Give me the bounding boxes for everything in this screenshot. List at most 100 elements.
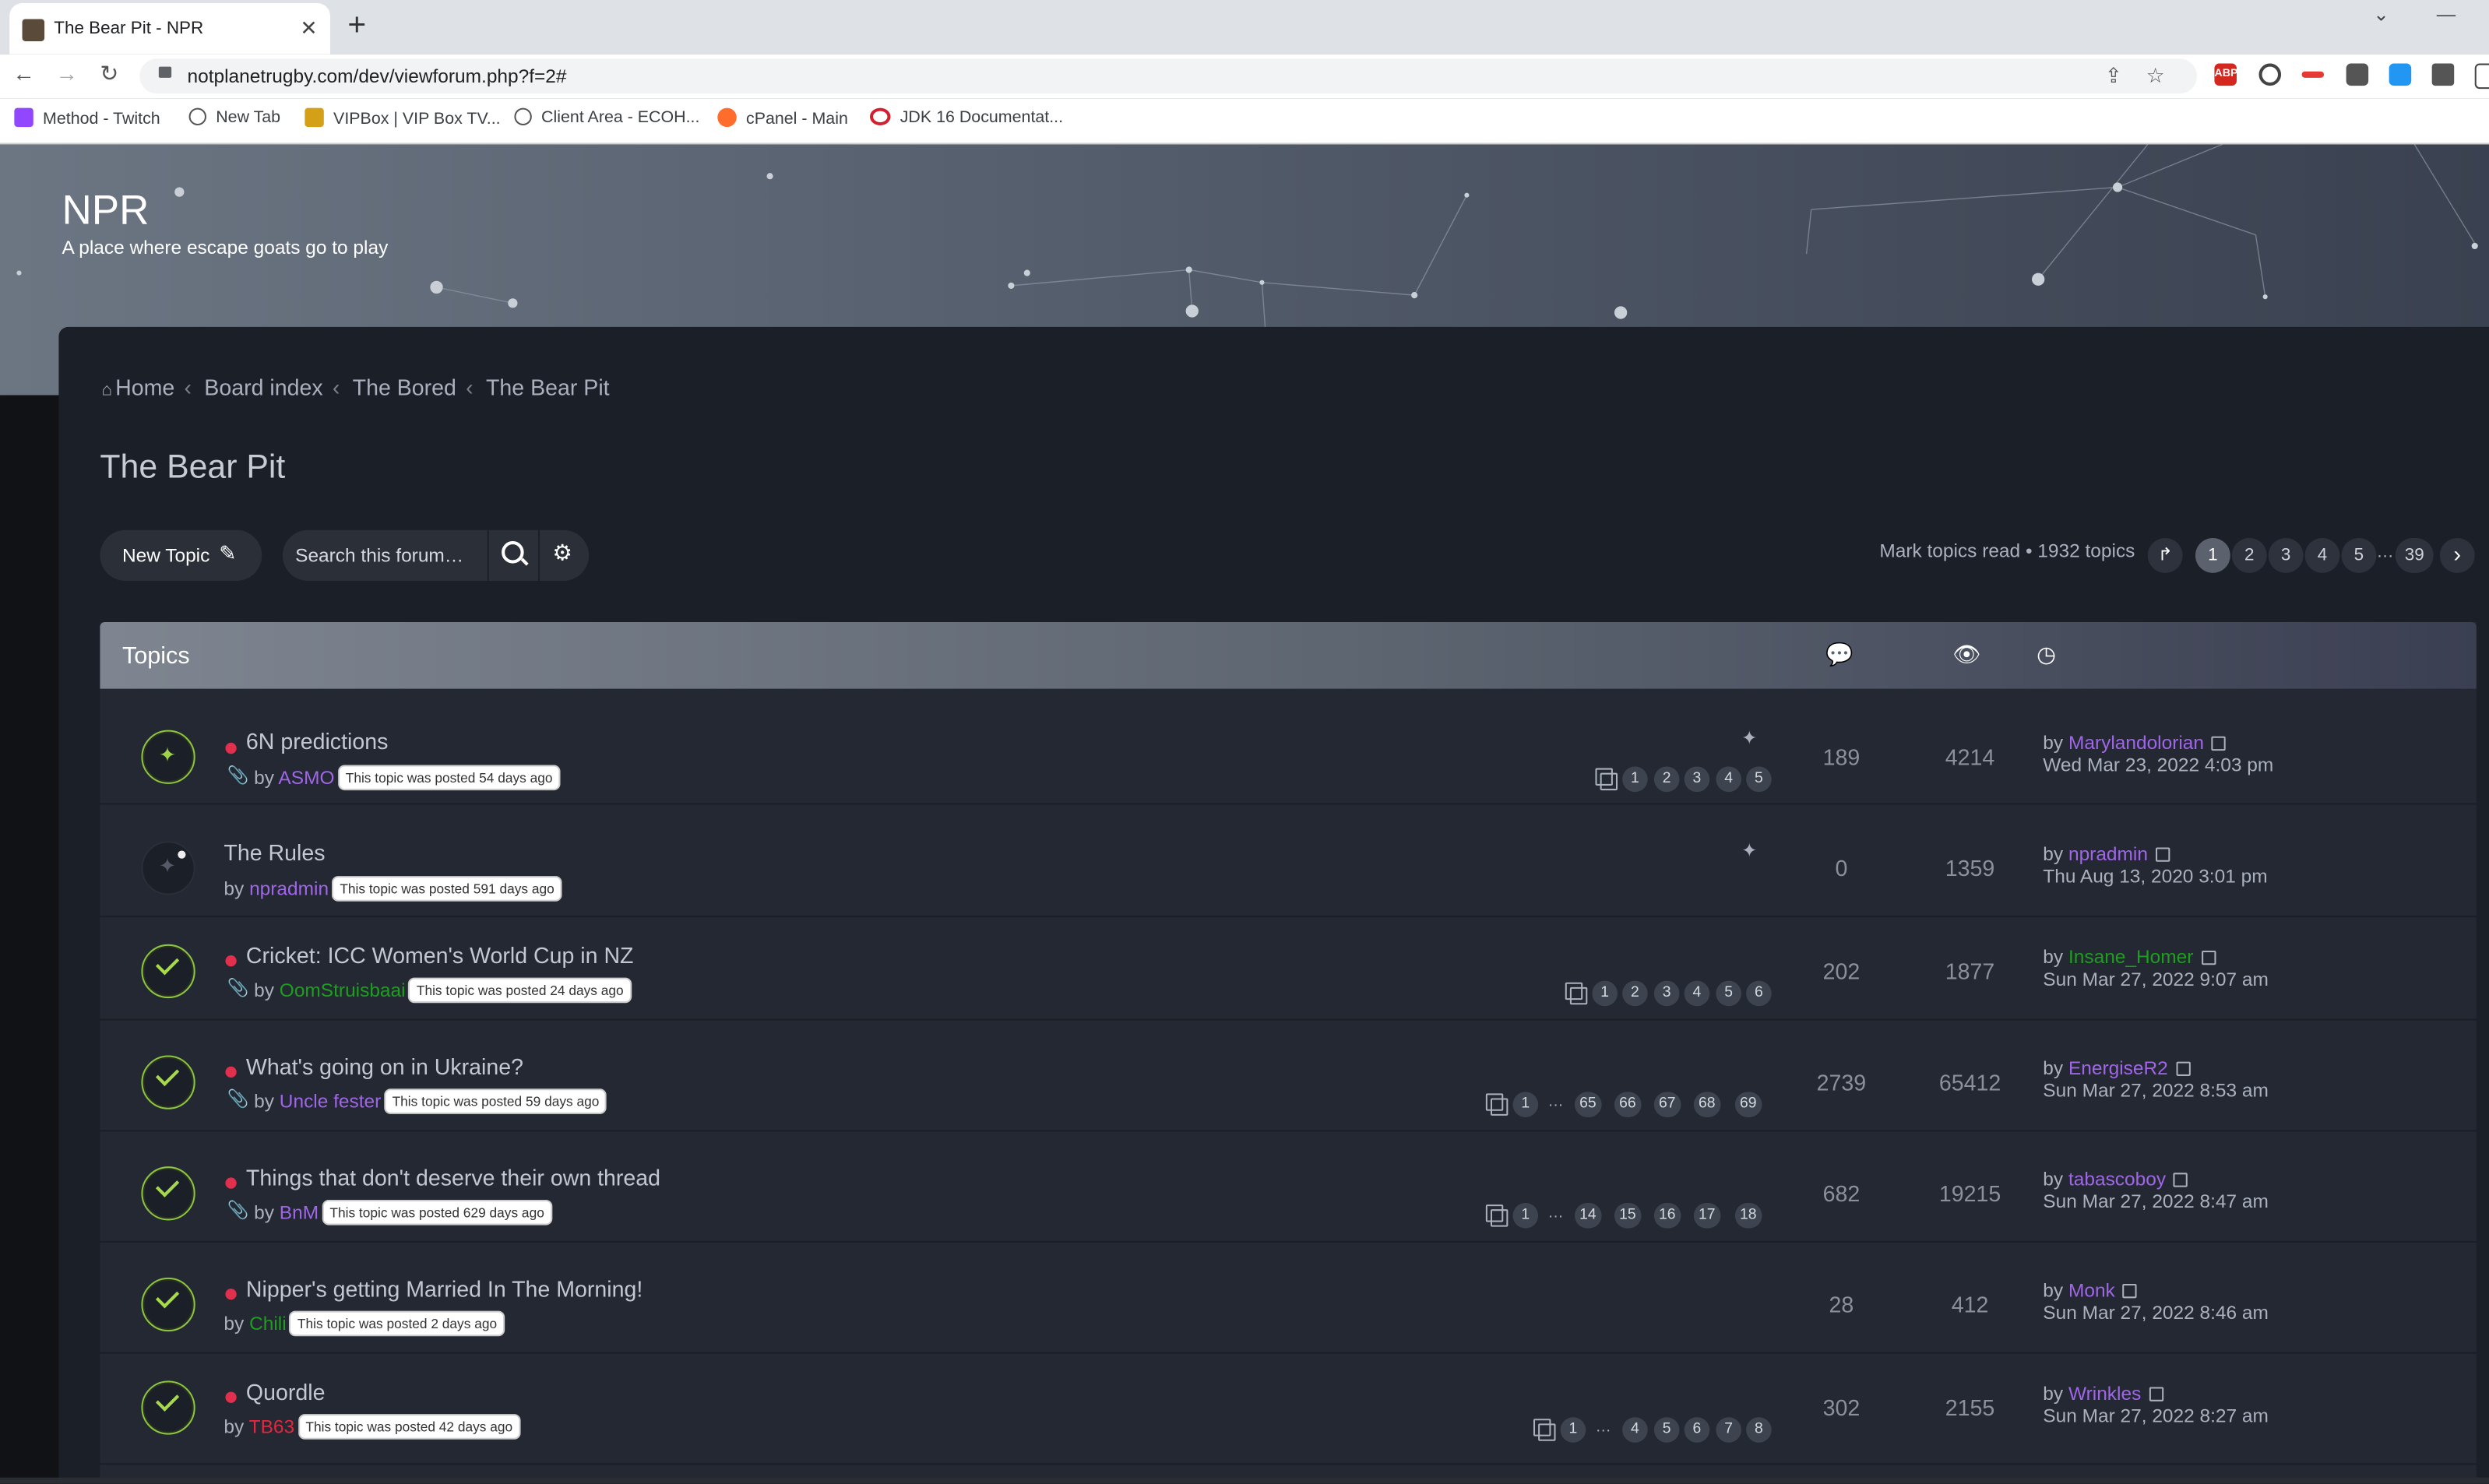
last-post-author[interactable]: EnergiseR2	[2068, 1057, 2168, 1080]
table-row[interactable]: Things that don't deserve their own thre…	[100, 1130, 2477, 1243]
breadcrumb-the-bored[interactable]: The Bored	[353, 375, 456, 400]
topic-page-link[interactable]: 1	[1512, 1203, 1539, 1229]
new-tab-icon[interactable]: +	[347, 8, 366, 44]
topic-author[interactable]: npradmin	[249, 877, 329, 900]
share-icon[interactable]: ⇪	[2105, 64, 2122, 90]
topic-page-link[interactable]: 1	[1622, 766, 1648, 793]
bookmark-client-area[interactable]: Client Area - ECOH...	[514, 107, 699, 127]
topic-page-link[interactable]: 66	[1614, 1092, 1641, 1117]
page-title[interactable]: The Bear Pit	[100, 449, 285, 487]
last-post-author[interactable]: Insane_Homer	[2068, 946, 2193, 969]
last-post-author[interactable]: Marylandolorian	[2068, 732, 2204, 754]
chevron-right-icon[interactable]: ›	[2439, 537, 2475, 573]
bookmark-star-icon[interactable]: ☆	[2146, 64, 2165, 90]
table-row[interactable]: Quordle by TB63 This topic was posted 42 …	[100, 1352, 2477, 1465]
topic-author[interactable]: Chili	[249, 1313, 287, 1335]
jump-to-page-icon[interactable]: ↱	[2147, 537, 2183, 573]
table-row[interactable]: What's going on in Ukraine? 📎 by Uncle f…	[100, 1019, 2477, 1132]
topic-page-link[interactable]: 2	[1653, 766, 1680, 793]
stripe-extension-icon[interactable]	[2301, 71, 2325, 78]
topic-page-link[interactable]: 5	[1746, 766, 1772, 793]
topic-page-link[interactable]: 4	[1716, 766, 1742, 793]
go-to-last-post-icon[interactable]	[2201, 950, 2216, 965]
table-row[interactable]: ✦ 6N predictions 📎 by ASMO This topic was…	[100, 692, 2477, 805]
topic-page-link[interactable]: 5	[1653, 1417, 1680, 1443]
reload-icon[interactable]: ↻	[100, 60, 118, 87]
breadcrumb-home[interactable]: Home	[115, 375, 174, 400]
page-button-4[interactable]: 4	[2304, 537, 2340, 573]
topic-author[interactable]: ASMO	[278, 766, 334, 789]
adblock-extension-icon[interactable]: ABP	[2214, 63, 2238, 86]
site-title[interactable]: NPR	[62, 185, 149, 234]
topic-author[interactable]: BnM	[280, 1201, 319, 1224]
topic-page-link[interactable]: 8	[1746, 1417, 1772, 1443]
topic-page-link[interactable]: 6	[1746, 980, 1772, 1007]
topic-page-link[interactable]: 6	[1684, 1417, 1710, 1443]
bookmark-vipbox[interactable]: VIPBox | VIP Box TV...	[305, 107, 501, 128]
forward-icon[interactable]: →	[55, 60, 78, 86]
topic-title[interactable]: The Rules	[224, 839, 325, 865]
table-row[interactable]: ✦ The Rules by npradmin This topic was po…	[100, 804, 2477, 918]
go-to-last-post-icon[interactable]	[2212, 736, 2227, 751]
gear-icon[interactable]: ⚙	[552, 540, 572, 567]
last-post-author[interactable]: Wrinkles	[2068, 1382, 2141, 1405]
last-post-author[interactable]: npradmin	[2068, 842, 2148, 865]
address-bar[interactable]: notplanetrugby.com/dev/viewforum.php?f=2…	[139, 58, 2198, 94]
bookmark-jdk[interactable]: JDK 16 Documentat...	[869, 107, 1063, 127]
flag-extension-icon[interactable]	[2346, 63, 2369, 86]
go-to-last-post-icon[interactable]	[2174, 1173, 2188, 1187]
browser-tab[interactable]: The Bear Pit - NPR ✕	[9, 3, 330, 55]
topic-page-link[interactable]: 15	[1614, 1203, 1641, 1229]
topic-page-link[interactable]: 69	[1734, 1092, 1762, 1117]
topic-author[interactable]: OomStruisbaai	[280, 979, 406, 1002]
topic-page-link[interactable]: 3	[1653, 980, 1680, 1007]
breadcrumb-board-index[interactable]: Board index	[204, 375, 322, 400]
topic-title[interactable]: Things that don't deserve their own thre…	[246, 1165, 660, 1190]
topic-page-link[interactable]: 17	[1693, 1203, 1720, 1229]
topic-page-link[interactable]: 14	[1574, 1203, 1601, 1229]
last-post-author[interactable]: Monk	[2068, 1279, 2115, 1302]
table-row[interactable]: Nipper's getting Married In The Morning!…	[100, 1241, 2477, 1354]
topic-author[interactable]: Uncle fester	[280, 1090, 382, 1113]
mark-topics-read[interactable]: Mark topics read • 1932 topics	[1879, 540, 2135, 562]
bookmark-twitch[interactable]: Method - Twitch	[14, 107, 160, 128]
bookmark-cpanel[interactable]: cPanel - Main	[717, 107, 848, 128]
topic-page-link[interactable]: 67	[1653, 1092, 1681, 1117]
topic-page-link[interactable]: 1	[1512, 1092, 1539, 1117]
topic-page-link[interactable]: 16	[1653, 1203, 1681, 1229]
go-to-last-post-icon[interactable]	[2156, 847, 2170, 862]
last-post-author[interactable]: tabascoboy	[2068, 1168, 2166, 1190]
topic-page-link[interactable]: 65	[1574, 1092, 1601, 1117]
topic-page-link[interactable]: 68	[1693, 1092, 1720, 1117]
topic-page-link[interactable]: 4	[1684, 980, 1710, 1007]
topic-title[interactable]: Cricket: ICC Women's World Cup in NZ	[246, 943, 634, 969]
table-row[interactable]: Cricket: ICC Women's World Cup in NZ 📎 b…	[100, 908, 2477, 1021]
block-extension-icon[interactable]	[2258, 63, 2282, 86]
page-button-3[interactable]: 3	[2268, 537, 2304, 573]
search-input[interactable]: Search this forum…	[295, 544, 463, 567]
breadcrumb-the-bear-pit[interactable]: The Bear Pit	[486, 375, 610, 400]
tab-search-icon[interactable]: ⌄	[2373, 3, 2389, 26]
topic-title[interactable]: Nipper's getting Married In The Morning!	[246, 1276, 642, 1302]
puzzle-extension-icon[interactable]	[2431, 63, 2455, 86]
page-button-last[interactable]: 39	[2395, 537, 2434, 573]
page-button-2[interactable]: 2	[2231, 537, 2267, 573]
minimize-icon[interactable]: —	[2437, 3, 2456, 26]
topic-page-link[interactable]: 1	[1560, 1417, 1586, 1443]
topic-title[interactable]: 6N predictions	[246, 729, 388, 754]
page-button-1[interactable]: 1	[2195, 537, 2230, 573]
topic-author[interactable]: TB63	[249, 1415, 294, 1438]
topic-title[interactable]: Quordle	[246, 1379, 326, 1405]
topic-page-link[interactable]: 4	[1622, 1417, 1648, 1443]
topic-page-link[interactable]: 7	[1716, 1417, 1742, 1443]
go-to-last-post-icon[interactable]	[2149, 1387, 2163, 1401]
bookmark-new-tab[interactable]: New Tab	[188, 107, 280, 127]
topic-page-link[interactable]: 3	[1684, 766, 1710, 793]
close-tab-icon[interactable]: ✕	[300, 16, 317, 41]
topic-page-link[interactable]: 18	[1734, 1203, 1762, 1229]
windows-extension-icon[interactable]	[2389, 63, 2412, 86]
back-icon[interactable]: ←	[12, 60, 35, 86]
topic-page-link[interactable]: 5	[1716, 980, 1742, 1007]
go-to-last-post-icon[interactable]	[2122, 1283, 2138, 1299]
topic-page-link[interactable]: 2	[1622, 980, 1648, 1007]
